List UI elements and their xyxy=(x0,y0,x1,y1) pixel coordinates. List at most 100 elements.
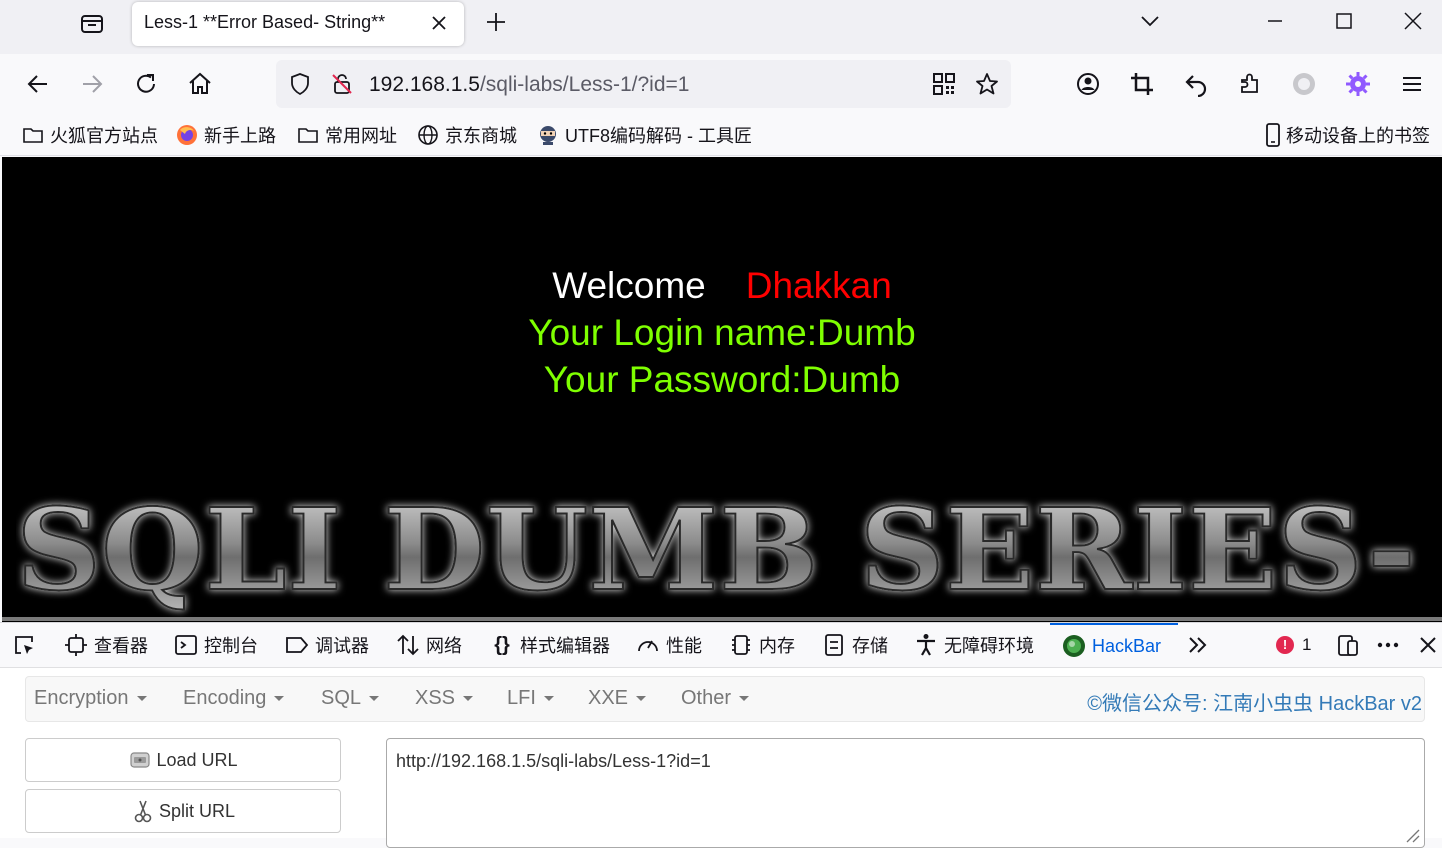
login-name-line: Your Login name:Dumb xyxy=(528,312,916,353)
menu-label: XXE xyxy=(588,687,629,709)
tab-inspector[interactable]: 查看器 xyxy=(64,623,148,667)
welcome-name: Dhakkan xyxy=(745,265,892,306)
menu-xxe[interactable]: XXE xyxy=(588,687,647,710)
menu-lfi[interactable]: LFI xyxy=(507,687,554,710)
insecure-lock-icon[interactable] xyxy=(330,72,354,96)
addon-circle-icon[interactable] xyxy=(1290,70,1318,98)
url-text[interactable]: 192.168.1.5/sqli-labs/Less-1/?id=1 xyxy=(369,73,689,97)
maximize-icon[interactable] xyxy=(1333,10,1355,32)
bookmark-item[interactable]: UTF8编码解码 - 工具匠 xyxy=(537,122,752,148)
bookmarks-toolbar: 火狐官方站点 新手上路 常用网址 京东商城 UTF8编码解码 - 工具匠 移动设… xyxy=(0,114,1442,156)
accessibility-icon xyxy=(914,633,938,657)
split-url-button[interactable]: Split URL xyxy=(25,789,341,833)
url-path: /sqli-labs/Less-1/?id=1 xyxy=(479,73,690,96)
load-url-button[interactable]: Load URL xyxy=(25,738,341,782)
tab-label: 存储 xyxy=(852,636,888,656)
folder-icon xyxy=(297,124,319,146)
tab-console[interactable]: 控制台 xyxy=(174,623,258,667)
menu-encryption[interactable]: Encryption xyxy=(34,687,147,710)
menu-sql[interactable]: SQL xyxy=(321,687,380,710)
menu-label: SQL xyxy=(321,687,362,709)
active-tab[interactable]: Less-1 **Error Based- String** xyxy=(132,2,464,46)
bookmark-item[interactable]: 常用网址 xyxy=(297,122,397,148)
error-count: 1 xyxy=(1302,635,1312,654)
globe-icon xyxy=(417,124,439,146)
network-icon xyxy=(396,633,420,657)
memory-icon xyxy=(729,633,753,657)
tab-title: Less-1 **Error Based- String** xyxy=(144,12,386,32)
caret-down-icon xyxy=(636,696,647,702)
caret-down-icon xyxy=(274,696,285,702)
responsive-design-icon xyxy=(1336,633,1360,657)
tab-storage[interactable]: 存储 xyxy=(822,623,888,667)
tab-label: 调试器 xyxy=(315,636,369,656)
tab-list-icon[interactable] xyxy=(76,8,108,38)
new-tab-icon[interactable] xyxy=(484,10,508,34)
performance-icon xyxy=(636,633,660,657)
tab-label: 内存 xyxy=(759,636,795,656)
home-icon[interactable] xyxy=(186,70,214,98)
menu-label: Encryption xyxy=(34,687,129,709)
menu-label: LFI xyxy=(507,687,536,709)
debugger-icon xyxy=(285,633,309,657)
dock-toggle[interactable] xyxy=(1336,623,1366,667)
devtools-close[interactable] xyxy=(1416,623,1442,667)
more-options-icon xyxy=(1376,633,1400,657)
element-picker[interactable] xyxy=(12,623,42,667)
tab-memory[interactable]: 内存 xyxy=(729,623,795,667)
menu-encoding[interactable]: Encoding xyxy=(183,687,285,710)
shield-icon[interactable] xyxy=(288,72,312,96)
window-close-icon[interactable] xyxy=(1402,10,1424,32)
bookmark-label: 京东商城 xyxy=(445,126,517,146)
menu-other[interactable]: Other xyxy=(681,687,750,710)
tab-performance[interactable]: 性能 xyxy=(636,623,702,667)
menu-label: Encoding xyxy=(183,687,267,709)
bookmark-star-icon[interactable] xyxy=(975,72,999,96)
tab-debugger[interactable]: 调试器 xyxy=(285,623,369,667)
devtools-menu[interactable] xyxy=(1376,623,1406,667)
menu-xss[interactable]: XSS xyxy=(415,687,474,710)
tab-accessibility[interactable]: 无障碍环境 xyxy=(914,623,1034,667)
bookmark-item[interactable]: 新手上路 xyxy=(176,122,276,148)
caret-down-icon xyxy=(739,696,750,702)
password-line: Your Password:Dumb xyxy=(543,359,901,400)
error-count-badge[interactable]: ! 1 xyxy=(1276,635,1311,655)
hamburger-menu-icon[interactable] xyxy=(1398,70,1426,98)
welcome-text: Welcome xyxy=(552,265,706,306)
caret-down-icon xyxy=(369,696,380,702)
navigation-bar: 192.168.1.5/sqli-labs/Less-1/?id=1 xyxy=(0,54,1442,114)
mobile-bookmarks[interactable]: 移动设备上的书签 xyxy=(1262,122,1430,148)
hackbar-credit[interactable]: ©微信公众号: 江南小虫虫 HackBar v2 xyxy=(1087,687,1422,716)
tab-hackbar[interactable]: HackBar xyxy=(1050,623,1178,667)
more-tabs[interactable] xyxy=(1186,623,1216,667)
url-textarea[interactable]: http://192.168.1.5/sqli-labs/Less-1?id=1 xyxy=(386,738,1425,848)
close-icon[interactable] xyxy=(430,14,448,32)
reload-icon[interactable] xyxy=(132,70,160,98)
banner-text: SQLI DUMB SERIES- xyxy=(16,487,1416,616)
tab-network[interactable]: 网络 xyxy=(396,623,462,667)
bookmark-item[interactable]: 火狐官方站点 xyxy=(22,122,158,148)
back-arrow-icon[interactable] xyxy=(24,70,52,98)
welcome-line: Welcome Dhakkan xyxy=(2,265,1442,307)
tab-style-editor[interactable]: {} 样式编辑器 xyxy=(490,623,610,667)
forward-arrow-icon xyxy=(78,70,106,98)
tab-label: 样式编辑器 xyxy=(520,636,610,656)
bookmark-item[interactable]: 京东商城 xyxy=(417,122,517,148)
ninja-icon xyxy=(537,124,559,146)
bookmark-label: 常用网址 xyxy=(325,126,397,146)
extensions-icon[interactable] xyxy=(1236,70,1264,98)
chevron-down-icon[interactable] xyxy=(1139,10,1161,32)
address-bar[interactable]: 192.168.1.5/sqli-labs/Less-1/?id=1 xyxy=(276,60,1011,108)
gear-addon-icon[interactable] xyxy=(1344,70,1372,98)
tab-bar: Less-1 **Error Based- String** xyxy=(0,0,1442,54)
screenshot-crop-icon[interactable] xyxy=(1128,70,1156,98)
tab-label: 无障碍环境 xyxy=(944,636,1034,656)
undo-icon[interactable] xyxy=(1182,70,1210,98)
bookmark-label: 新手上路 xyxy=(204,126,276,146)
account-icon[interactable] xyxy=(1074,70,1102,98)
qr-code-icon[interactable] xyxy=(933,73,955,95)
double-chevron-right-icon xyxy=(1186,633,1210,657)
resize-grip-icon[interactable] xyxy=(1402,825,1420,843)
console-icon xyxy=(174,633,198,657)
minimize-icon[interactable] xyxy=(1264,10,1286,32)
